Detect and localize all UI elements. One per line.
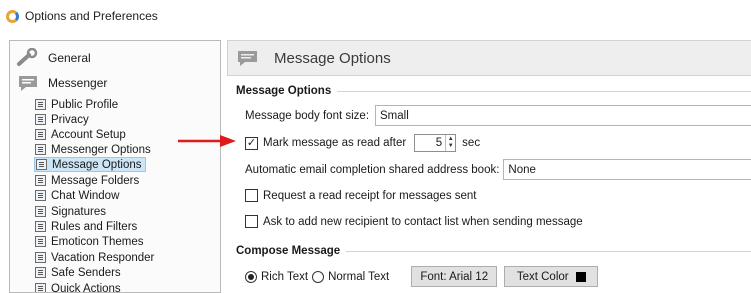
sidebar-item-label: Vacation Responder [51, 251, 155, 264]
sidebar-item-signatures[interactable]: Signatures [34, 204, 109, 219]
sidebar-item-label: Privacy [51, 113, 89, 126]
spin-arrows-icon[interactable]: ▲ ▼ [445, 135, 455, 151]
sidebar-item-label: Messenger Options [51, 143, 151, 156]
font-size-row: Message body font size: Small ∨ [245, 105, 751, 126]
mark-read-checkbox[interactable]: ✓ [245, 136, 258, 150]
sidebar-item-account-setup[interactable]: Account Setup [34, 127, 129, 142]
compose-message-group-header: Compose Message [236, 243, 751, 259]
text-color-button-label: Text Color [516, 270, 569, 283]
annotation-arrow-icon [178, 135, 236, 147]
title-bar: Options and Preferences [0, 0, 751, 32]
color-swatch-icon [575, 271, 586, 282]
options-sidebar[interactable]: General Messenger Public Profile Privacy… [9, 40, 221, 293]
sidebar-item-chat-window[interactable]: Chat Window [34, 188, 122, 203]
page-icon [36, 159, 47, 170]
autocomplete-label: Automatic email completion shared addres… [245, 163, 500, 176]
sidebar-item-label: Message Folders [51, 174, 140, 187]
sidebar-item-label: Emoticon Themes [51, 235, 144, 248]
rich-text-radio[interactable] [245, 270, 257, 283]
sidebar-item-label: Rules and Filters [51, 220, 138, 233]
normal-text-radio[interactable] [312, 270, 325, 283]
sidebar-item-label: General [48, 51, 91, 65]
sidebar-item-label: Chat Window [51, 189, 120, 202]
sidebar-item-label: Message Options [52, 158, 142, 171]
font-size-label: Message body font size: [245, 109, 370, 122]
page-icon [35, 175, 46, 186]
window-title: Options and Preferences [25, 9, 158, 23]
page-icon [35, 206, 46, 217]
font-size-select[interactable]: Small ∨ [375, 105, 751, 126]
group-divider [337, 90, 751, 92]
mark-read-row: ✓ Mark message as read after 5 ▲ ▼ sec [245, 134, 480, 152]
mark-read-unit: sec [462, 137, 481, 149]
sidebar-item-message-folders[interactable]: Message Folders [34, 173, 142, 188]
address-book-select[interactable]: None ∨ [503, 159, 751, 180]
add-recipient-row: Ask to add new recipient to contact list… [245, 215, 583, 228]
group-title: Message Options [236, 85, 332, 97]
read-receipt-label: Request a read receipt for messages sent [263, 189, 477, 202]
sidebar-item-quick-actions[interactable]: Quick Actions [34, 281, 124, 293]
sidebar-item-vacation-responder[interactable]: Vacation Responder [34, 250, 157, 265]
page-icon [35, 252, 46, 263]
read-receipt-checkbox[interactable] [245, 189, 258, 202]
app-logo-icon [6, 9, 19, 23]
sidebar-item-message-options[interactable]: Message Options [34, 157, 146, 172]
page-icon [35, 114, 46, 125]
mark-read-seconds-stepper[interactable]: 5 ▲ ▼ [414, 134, 457, 152]
compose-format-row: Rich Text Normal Text Font: Arial 12 Tex… [245, 266, 599, 287]
sidebar-item-label: Signatures [51, 205, 106, 218]
address-book-value: None [508, 163, 536, 176]
sidebar-item-general[interactable]: General [10, 47, 91, 69]
page-icon [35, 99, 46, 110]
sidebar-item-safe-senders[interactable]: Safe Senders [34, 265, 124, 280]
panel-header: Message Options [227, 40, 751, 76]
sidebar-item-label: Quick Actions [51, 282, 121, 293]
font-button-label: Font: Arial 12 [420, 270, 489, 283]
page-icon [35, 129, 46, 140]
page-icon [35, 236, 46, 247]
sidebar-item-label: Safe Senders [51, 266, 121, 279]
sidebar-item-privacy[interactable]: Privacy [34, 112, 92, 127]
font-button[interactable]: Font: Arial 12 [411, 266, 498, 287]
normal-text-label: Normal Text [328, 270, 390, 283]
mark-read-seconds-value: 5 [435, 137, 443, 149]
add-recipient-checkbox[interactable] [245, 215, 258, 228]
page-icon [35, 283, 46, 292]
mark-read-label: Mark message as read after [263, 137, 407, 149]
text-color-button[interactable]: Text Color [504, 266, 599, 287]
page-icon [35, 190, 46, 201]
page-icon [35, 144, 46, 155]
sidebar-item-emoticon-themes[interactable]: Emoticon Themes [34, 234, 146, 249]
wrench-icon [14, 47, 42, 69]
chat-bubble-icon [14, 72, 42, 94]
page-icon [35, 267, 46, 278]
group-divider [346, 250, 751, 252]
chat-bubble-icon [236, 47, 264, 69]
sidebar-item-rules-and-filters[interactable]: Rules and Filters [34, 219, 140, 234]
read-receipt-row: Request a read receipt for messages sent [245, 189, 477, 202]
sidebar-item-messenger-options[interactable]: Messenger Options [34, 142, 154, 157]
page-icon [35, 221, 46, 232]
autocomplete-row: Automatic email completion shared addres… [245, 159, 751, 180]
sidebar-item-label: Public Profile [51, 98, 119, 111]
add-recipient-label: Ask to add new recipient to contact list… [263, 215, 583, 228]
sidebar-item-public-profile[interactable]: Public Profile [34, 97, 121, 112]
message-options-group-header: Message Options [236, 83, 751, 99]
sidebar-item-messenger[interactable]: Messenger [10, 72, 107, 94]
group-title: Compose Message [236, 245, 341, 257]
sidebar-item-label: Messenger [48, 76, 108, 90]
page-title: Message Options [274, 49, 391, 67]
rich-text-label: Rich Text [261, 270, 309, 283]
font-size-value: Small [380, 109, 409, 122]
sidebar-item-label: Account Setup [51, 128, 126, 141]
